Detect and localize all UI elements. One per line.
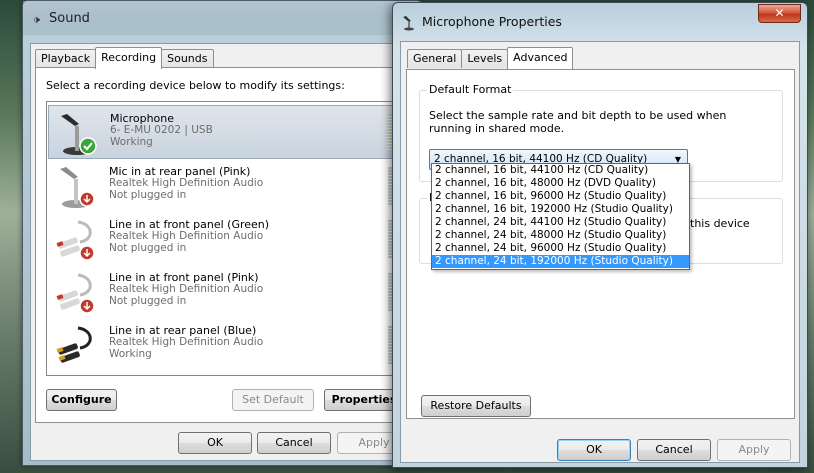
device-driver: Realtek High Definition Audio — [109, 230, 264, 242]
configure-button[interactable]: Configure — [46, 389, 117, 411]
device-driver: Realtek High Definition Audio — [109, 177, 264, 189]
device-status: Working — [109, 348, 152, 360]
sound-ok-button[interactable]: OK — [178, 432, 252, 454]
format-dropdown-list[interactable]: 2 channel, 16 bit, 44100 Hz (CD Quality)… — [431, 163, 690, 270]
sound-window-body: Playback Recording Sounds Select a recor… — [30, 43, 415, 461]
tab-advanced[interactable]: Advanced — [507, 47, 574, 69]
microphone-icon — [61, 114, 97, 155]
device-mic-rear-pink[interactable]: Mic in at rear panel (Pink) Realtek High… — [48, 159, 400, 213]
mic-tabs: General Levels Advanced — [407, 47, 574, 69]
format-option[interactable]: 2 channel, 16 bit, 192000 Hz (Studio Qua… — [432, 203, 689, 216]
tab-general[interactable]: General — [407, 49, 463, 68]
close-icon: ✕ — [774, 6, 785, 20]
default-format-label: Default Format — [427, 83, 514, 96]
tab-sounds[interactable]: Sounds — [161, 49, 214, 68]
mic-apply-button[interactable]: Apply — [717, 439, 791, 461]
format-option[interactable]: 2 channel, 24 bit, 48000 Hz (Studio Qual… — [432, 229, 689, 242]
sound-tabs: Playback Recording Sounds — [35, 47, 214, 69]
microphone-icon — [60, 167, 95, 208]
sound-cancel-button[interactable]: Cancel — [257, 432, 331, 454]
device-status: Not plugged in — [109, 242, 187, 254]
sound-window-title: Sound — [49, 11, 90, 26]
restore-defaults-button[interactable]: Restore Defaults — [421, 395, 531, 417]
default-format-description: Select the sample rate and bit depth to … — [429, 109, 727, 135]
device-microphone[interactable]: Microphone 6- E-MU 0202 | USB Working — [48, 105, 400, 159]
device-status: Working — [110, 136, 153, 148]
device-status: Not plugged in — [109, 189, 187, 201]
device-driver: 6- E-MU 0202 | USB — [110, 124, 213, 136]
device-line-front-pink[interactable]: Line in at front panel (Pink) Realtek Hi… — [48, 265, 400, 319]
line-in-cable-icon — [56, 326, 92, 363]
close-button[interactable]: ✕ — [758, 4, 801, 23]
mic-ok-button[interactable]: OK — [557, 439, 631, 461]
format-option[interactable]: 2 channel, 24 bit, 96000 Hz (Studio Qual… — [432, 242, 689, 255]
line-in-cable-icon — [56, 273, 95, 314]
format-option-highlighted[interactable]: 2 channel, 24 bit, 192000 Hz (Studio Qua… — [432, 255, 689, 268]
device-driver: Realtek High Definition Audio — [109, 283, 264, 295]
device-status: Not plugged in — [109, 295, 187, 307]
device-line-rear-blue[interactable]: Line in at rear panel (Blue) Realtek Hig… — [48, 318, 400, 372]
exclusive-mode-text: this device — [690, 217, 750, 230]
tab-playback[interactable]: Playback — [35, 49, 97, 68]
mic-cancel-button[interactable]: Cancel — [637, 439, 711, 461]
mic-dialog-title: Microphone Properties — [422, 14, 562, 29]
device-driver: Realtek High Definition Audio — [109, 336, 264, 348]
device-line-front-green[interactable]: Line in at front panel (Green) Realtek H… — [48, 212, 400, 266]
microphone-icon — [403, 16, 414, 31]
sound-window: 🕩 Sound Playback Recording Sounds Select… — [22, 0, 422, 466]
format-option[interactable]: 2 channel, 16 bit, 48000 Hz (DVD Quality… — [432, 177, 689, 190]
recording-panel: Select a recording device below to modif… — [35, 67, 411, 423]
format-option[interactable]: 2 channel, 16 bit, 44100 Hz (CD Quality) — [432, 164, 689, 177]
format-option[interactable]: 2 channel, 16 bit, 96000 Hz (Studio Qual… — [432, 190, 689, 203]
recording-device-list[interactable]: Microphone 6- E-MU 0202 | USB Working Mi… — [46, 101, 401, 376]
tab-levels[interactable]: Levels — [461, 49, 509, 68]
recording-instruction: Select a recording device below to modif… — [46, 79, 345, 92]
line-in-cable-icon — [56, 220, 95, 261]
speaker-icon: 🕩 — [33, 13, 40, 26]
set-default-button[interactable]: Set Default — [232, 389, 314, 411]
tab-recording[interactable]: Recording — [95, 47, 163, 69]
format-option[interactable]: 2 channel, 24 bit, 44100 Hz (Studio Qual… — [432, 216, 689, 229]
